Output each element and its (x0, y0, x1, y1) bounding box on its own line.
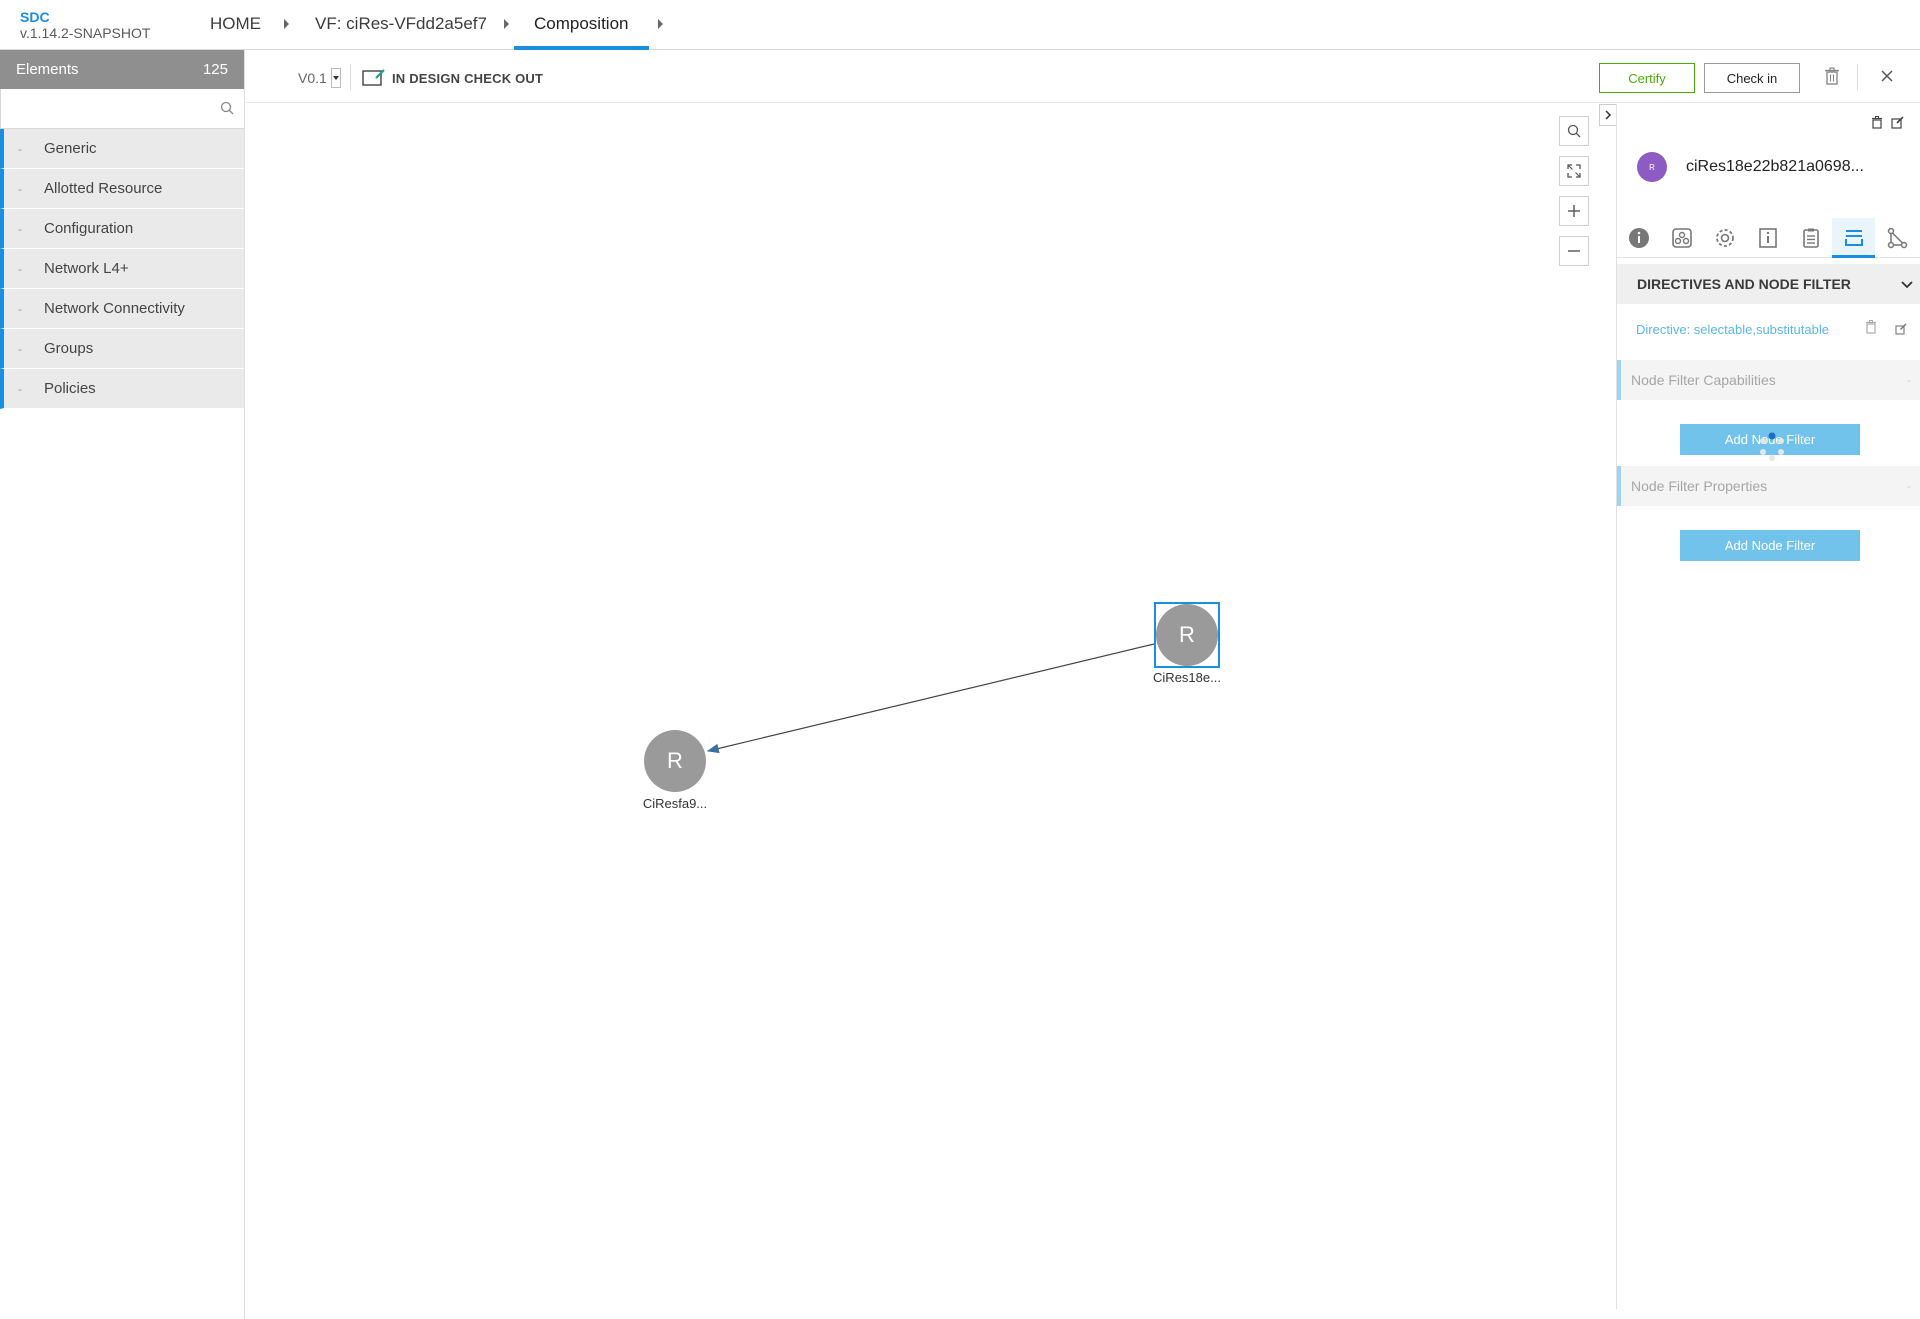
breadcrumb-caret-icon[interactable] (504, 19, 509, 29)
collapse-marker: - (1907, 373, 1911, 387)
category-label: Network Connectivity (44, 300, 185, 317)
certify-button[interactable]: Certify (1599, 63, 1695, 93)
composition-canvas[interactable]: R CiRes18e... R CiResfa9... (246, 104, 1616, 1309)
panel-tabs (1617, 218, 1920, 258)
category-generic[interactable]: - Generic (0, 129, 244, 169)
node-filter-capabilities-header[interactable]: Node Filter Capabilities - (1617, 360, 1920, 400)
elements-search-input[interactable] (1, 89, 244, 128)
canvas-node[interactable]: R (644, 730, 706, 792)
breadcrumb-home[interactable]: HOME (210, 14, 261, 50)
breadcrumb-composition[interactable]: Composition (514, 14, 649, 50)
divider (1857, 64, 1858, 90)
collapse-marker: - (1907, 479, 1911, 493)
details-panel: R ciRes18e22b821a0698... DIRECTIVES AND … (1616, 104, 1920, 1309)
delete-icon[interactable] (1824, 67, 1840, 90)
fit-to-screen-icon[interactable] (1559, 156, 1589, 186)
directive-value[interactable]: Directive: selectable,substitutable (1636, 322, 1829, 337)
version-dropdown[interactable] (331, 68, 341, 88)
capabilities-title: Node Filter Capabilities (1631, 372, 1776, 388)
loading-spinner-icon (1757, 432, 1787, 467)
category-allotted-resource[interactable]: - Allotted Resource (0, 169, 244, 209)
instance-name: ciRes18e22b821a0698... (1686, 158, 1864, 175)
check-in-button[interactable]: Check in (1704, 63, 1800, 93)
node-label: CiRes18e... (1153, 670, 1221, 685)
lifecycle-status: IN DESIGN CHECK OUT (392, 71, 544, 86)
settings-icon[interactable] (1703, 218, 1746, 258)
breadcrumb-caret-icon[interactable] (658, 19, 663, 29)
collapse-panel-icon[interactable] (1599, 104, 1616, 126)
collapse-marker: - (18, 141, 22, 156)
directives-icon[interactable] (1832, 218, 1875, 258)
version-label: V0.1 (298, 70, 327, 86)
top-nav: SDC v.1.14.2-SNAPSHOT HOME VF: ciRes-VFd… (0, 0, 1920, 50)
category-network-connectivity[interactable]: - Network Connectivity (0, 289, 244, 329)
info-icon[interactable] (1617, 218, 1660, 258)
chevron-down-icon[interactable] (1901, 276, 1913, 292)
elements-header: Elements 125 (0, 50, 244, 89)
edit-icon[interactable] (1891, 116, 1904, 134)
close-icon[interactable] (1880, 69, 1894, 88)
category-label: Groups (44, 340, 94, 357)
collapse-marker: - (18, 221, 22, 236)
brand-name: SDC (20, 9, 50, 25)
elements-palette: Elements 125 - Generic - Allotted Resource… (0, 50, 245, 1319)
collapse-marker: - (18, 341, 22, 356)
brand-version: v.1.14.2-SNAPSHOT (20, 25, 151, 41)
category-label: Policies (44, 380, 96, 397)
category-label: Configuration (44, 220, 134, 237)
checkout-status-icon (362, 68, 386, 91)
breadcrumb-vf[interactable]: VF: ciRes-VFdd2a5ef7 (315, 14, 487, 50)
category-label: Network L4+ (44, 260, 129, 277)
delete-icon[interactable] (1871, 116, 1883, 134)
edit-icon[interactable] (1895, 322, 1907, 340)
elements-search (0, 89, 244, 129)
relation-edge[interactable] (246, 104, 1616, 1309)
section-title: DIRECTIVES AND NODE FILTER (1637, 276, 1851, 292)
delete-icon[interactable] (1865, 320, 1877, 339)
panel-actions (1871, 116, 1904, 134)
collapse-marker: - (18, 181, 22, 196)
information-icon[interactable] (1746, 218, 1789, 258)
search-icon[interactable] (1559, 116, 1589, 146)
category-policies[interactable]: - Policies (0, 369, 244, 409)
avatar: R (1637, 152, 1667, 182)
category-label: Generic (44, 140, 97, 157)
category-groups[interactable]: - Groups (0, 329, 244, 369)
divider (350, 64, 351, 90)
requirements-icon[interactable] (1789, 218, 1832, 258)
collapse-marker: - (18, 261, 22, 276)
properties-title: Node Filter Properties (1631, 478, 1768, 494)
search-icon[interactable] (220, 101, 234, 120)
composition-toolbar: V0.1 IN DESIGN CHECK OUT Certify Check i… (246, 50, 1920, 103)
zoom-in-icon[interactable] (1559, 196, 1589, 226)
category-network-l4[interactable]: - Network L4+ (0, 249, 244, 289)
relations-icon[interactable] (1875, 218, 1918, 258)
node-label: CiResfa9... (642, 796, 708, 811)
elements-count: 125 (202, 61, 228, 78)
directives-section-header[interactable]: DIRECTIVES AND NODE FILTER (1617, 264, 1920, 304)
zoom-out-icon[interactable] (1559, 236, 1589, 266)
breadcrumb-caret-icon[interactable] (284, 19, 289, 29)
category-configuration[interactable]: - Configuration (0, 209, 244, 249)
collapse-marker: - (18, 301, 22, 316)
collapse-marker: - (18, 381, 22, 396)
elements-title: Elements (16, 61, 79, 78)
canvas-node[interactable]: R (1156, 604, 1218, 666)
brand[interactable]: SDC v.1.14.2-SNAPSHOT (20, 9, 150, 41)
add-node-filter-properties-button[interactable]: Add Node Filter (1680, 530, 1860, 561)
node-filter-properties-header[interactable]: Node Filter Properties - (1617, 466, 1920, 506)
deployment-artifacts-icon[interactable] (1660, 218, 1703, 258)
category-label: Allotted Resource (44, 180, 163, 197)
